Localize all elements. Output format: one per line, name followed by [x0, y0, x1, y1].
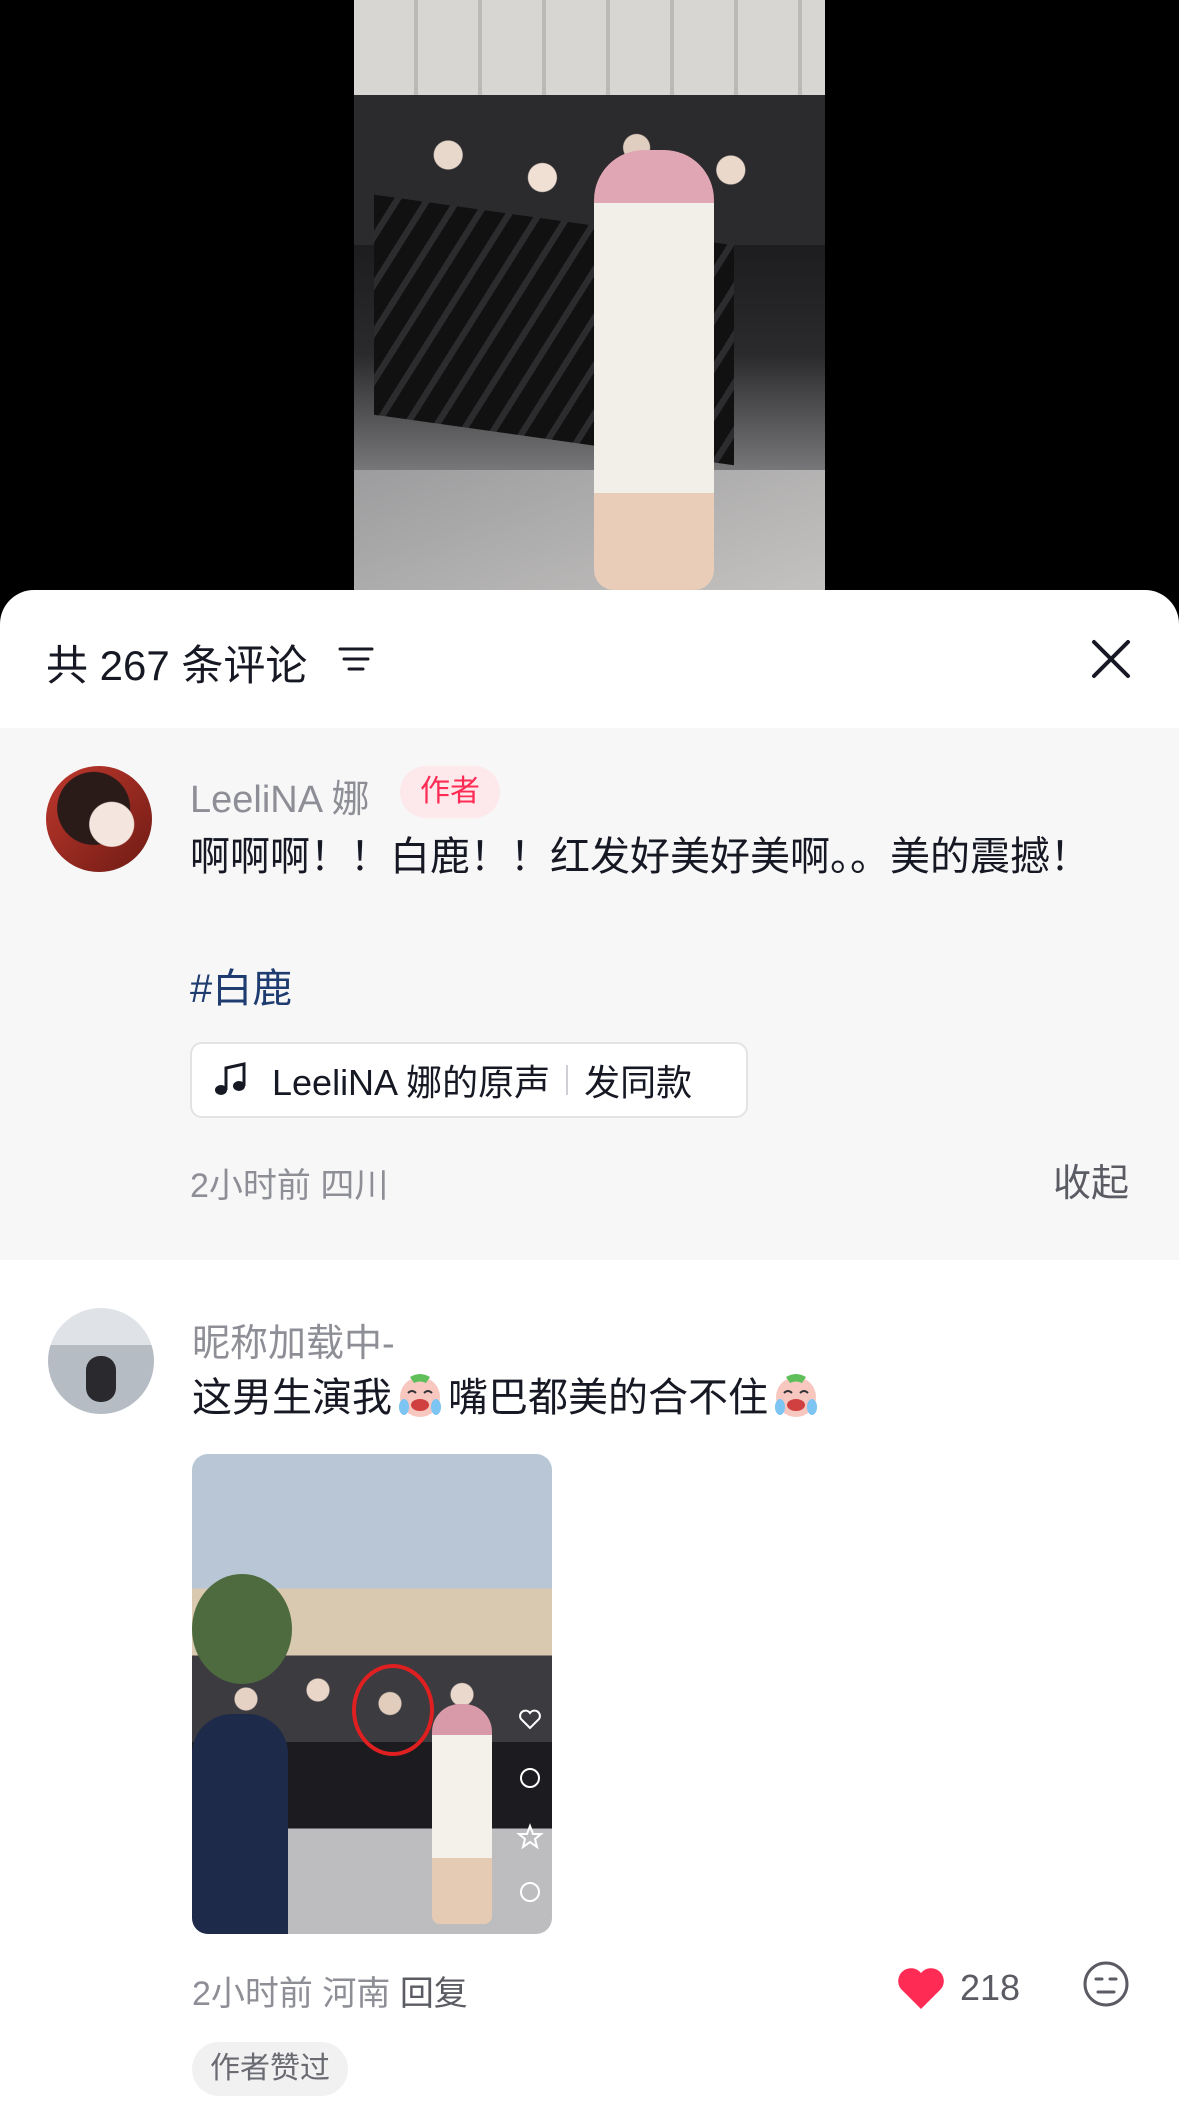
comment-sheet-header: 共 267 条评论: [0, 590, 1179, 728]
chip-divider: [566, 1065, 569, 1095]
author-liked-badge: 作者赞过: [192, 2042, 348, 2096]
like-count: 218: [960, 1967, 1021, 2008]
filter-icon[interactable]: [338, 644, 374, 674]
comment-meta: 2小时前 四川: [190, 1167, 389, 1205]
comment-item: 昵称加载中- 这男生演我 嘴巴都美的合不住 2小时前 河南 回复 218 作者赞…: [0, 1260, 1179, 2123]
author-badge: 作者: [400, 766, 500, 818]
crying-emoji-icon: [399, 1374, 441, 1417]
image-red-circle-annotation: [352, 1664, 434, 1756]
heart-icon: [898, 1968, 944, 2009]
image-man: [192, 1714, 288, 1934]
comment-text-part: 这男生演我: [192, 1376, 392, 1420]
comment-text: 啊啊啊！！白鹿！！红发好美好美啊。。美的震撼！: [190, 835, 1090, 879]
like-button[interactable]: 218: [896, 1960, 1020, 2016]
comment-username[interactable]: LeeliNA 娜: [190, 768, 370, 823]
comment-username[interactable]: 昵称加载中-: [192, 1312, 395, 1367]
avatar[interactable]: [46, 766, 152, 872]
dislike-face-icon[interactable]: [1082, 1960, 1130, 2008]
sound-name: LeeliNA 娜的原声: [272, 1062, 551, 1103]
use-sound-button[interactable]: 发同款: [584, 1054, 692, 1106]
video-building: [354, 0, 825, 95]
comment-time-location: 2小时前 河南: [192, 1975, 400, 2013]
video-floor: [354, 470, 825, 590]
sound-chip[interactable]: LeeliNA 娜的原声 发同款: [190, 1042, 748, 1118]
video-frame[interactable]: [354, 0, 825, 590]
image-overlay-icons: [516, 1709, 544, 1902]
music-note-icon: [215, 1062, 246, 1095]
author-comment: LeeliNA 娜 作者 啊啊啊！！白鹿！！红发好美好美啊。。美的震撼！ #白鹿…: [0, 728, 1179, 1260]
comment-count-title: 共 267 条评论: [46, 642, 308, 689]
comment-meta: 2小时前 河南 回复: [192, 1966, 468, 2015]
video-player[interactable]: [0, 0, 1179, 600]
collapse-button[interactable]: 收起: [1053, 1152, 1129, 1207]
hashtag-link[interactable]: #白鹿: [190, 956, 292, 1014]
video-person: [594, 150, 714, 590]
avatar[interactable]: [48, 1308, 154, 1414]
comment-image[interactable]: [192, 1454, 552, 1934]
close-icon[interactable]: [1086, 634, 1136, 684]
comment-sheet: 共 267 条评论 LeeliNA 娜 作者 啊啊啊！！白鹿！！红发好美好美啊。…: [0, 590, 1179, 2123]
comment-text: 这男生演我 嘴巴都美的合不住: [192, 1368, 824, 1428]
image-woman: [432, 1704, 492, 1924]
reply-button[interactable]: 回复: [400, 1975, 468, 2013]
comment-text-part: 嘴巴都美的合不住: [448, 1376, 768, 1420]
crying-emoji-icon: [775, 1374, 817, 1417]
